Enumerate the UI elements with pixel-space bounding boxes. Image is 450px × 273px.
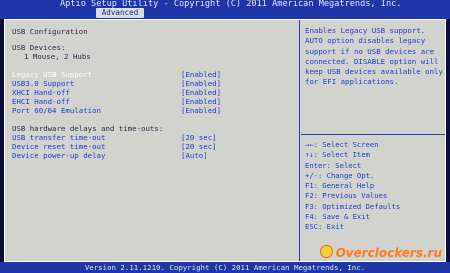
top-bar: Aptio Setup Utility - Copyright (C) 2011… xyxy=(0,0,450,19)
key-help-select-screen: →←: Select Screen xyxy=(305,140,379,149)
key-help-enter: Enter: Select xyxy=(305,160,362,170)
help-divider xyxy=(301,134,445,135)
setting-label-port-60-64-emulation[interactable]: Port 60/64 Emulation xyxy=(12,106,101,115)
key-help-f3: F3: Optimized Defaults xyxy=(305,201,401,211)
key-help-change-opt: +/-: Change Opt. xyxy=(305,170,375,180)
setting-label-device-reset-time-out[interactable]: Device reset time-out xyxy=(12,142,105,151)
tab-advanced[interactable]: Advanced xyxy=(96,8,144,18)
key-help-f2: F2: Previous Values xyxy=(305,191,388,201)
setting-value-usb3-support[interactable]: [Enabled] xyxy=(181,79,221,88)
setting-label-legacy-usb-support[interactable]: Legacy USB Support xyxy=(12,70,92,79)
setting-value-ehci-hand-off[interactable]: [Enabled] xyxy=(181,97,221,106)
watermark-icon xyxy=(319,245,333,258)
watermark-text: Overclockers.ru xyxy=(335,246,442,260)
key-help-f4: F4: Save & Exit xyxy=(305,212,370,222)
bios-screen: Aptio Setup Utility - Copyright (C) 2011… xyxy=(0,0,450,273)
settings-pane: USB Configuration USB Devices: 1 Mouse, … xyxy=(5,20,297,261)
key-help: →←: Select Screen ↑↓: Select Item Enter:… xyxy=(305,140,443,233)
setting-value-xhci-hand-off[interactable]: [Enabled] xyxy=(181,88,221,97)
setting-label-usb-transfer-time-out[interactable]: USB transfer time-out xyxy=(12,133,105,142)
section-title: USB Configuration xyxy=(12,27,88,36)
setting-value-port-60-64-emulation[interactable]: [Enabled] xyxy=(181,106,221,115)
setting-label-device-power-up-delay[interactable]: Device power-up delay xyxy=(12,151,105,160)
key-help-select-item: ↑↓: Select Item xyxy=(305,150,370,160)
setup-panel: USB Configuration USB Devices: 1 Mouse, … xyxy=(4,19,446,262)
usb-devices-value: 1 Mouse, 2 Hubs xyxy=(24,52,91,61)
footer-bar: Version 2.11.1210. Copyright (C) 2011 Am… xyxy=(0,262,450,273)
watermark-logo: Overclockers.ru xyxy=(319,245,442,260)
setting-value-device-power-up-delay[interactable]: [Auto] xyxy=(181,151,208,160)
key-help-f1: F1: General Help xyxy=(305,181,375,191)
help-text: Enables Legacy USB support. AUTO option … xyxy=(305,26,443,87)
key-help-esc: ESC: Exit xyxy=(305,222,344,232)
setting-value-legacy-usb-support[interactable]: [Enabled] xyxy=(181,70,221,79)
setting-label-ehci-hand-off[interactable]: EHCI Hand-off xyxy=(12,97,70,106)
setting-label-usb3-support[interactable]: USB3.0 Support xyxy=(12,79,74,88)
setting-value-usb-transfer-time-out[interactable]: [20 sec] xyxy=(181,133,217,142)
pane-divider xyxy=(299,20,300,261)
delays-header: USB hardware delays and time-outs: xyxy=(12,124,164,133)
setting-value-device-reset-time-out[interactable]: [20 sec] xyxy=(181,142,217,151)
setting-label-xhci-hand-off[interactable]: XHCI Hand-off xyxy=(12,88,70,97)
usb-devices-label: USB Devices: xyxy=(12,43,66,52)
